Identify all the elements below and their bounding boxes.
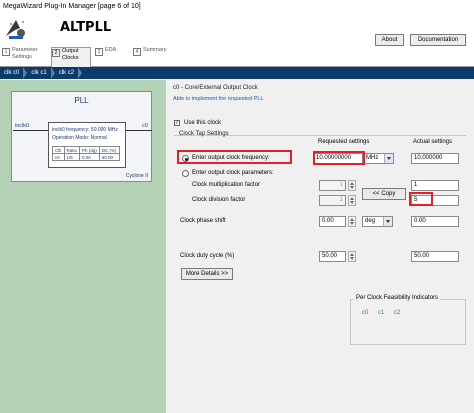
feasibility-title: Per Clock Feasibility Indicators [354, 295, 441, 301]
multiplication-factor-input[interactable]: 1 [319, 180, 346, 191]
tab-label: Output Clocks [62, 48, 79, 61]
window-title: MegaWizard Plug-In Manager [page 6 of 10… [3, 3, 141, 10]
table-cell: 0.00 [79, 153, 100, 161]
more-details-button[interactable]: More Details >> [181, 268, 233, 280]
actual-phase-field: 0.00 [411, 216, 459, 227]
breadcrumb-clk-c1[interactable]: clk c1 [27, 67, 56, 79]
pll-input-wire [13, 130, 48, 131]
clock-title: c0 - Core/External Output Clock [173, 85, 258, 91]
pll-operation-mode: Operation Mode: Normal [52, 135, 107, 141]
phase-shift-label: Clock phase shift [180, 218, 226, 224]
use-clock-label: Use this clock [184, 120, 222, 126]
tab-summary[interactable]: 4 Summary [133, 47, 178, 67]
pll-input-label: inclk0 [15, 123, 30, 129]
pll-output-label: c0 [142, 123, 148, 129]
tab-eda[interactable]: 3 EDA [95, 47, 125, 67]
output-frequency-radio[interactable] [182, 155, 189, 162]
duty-cycle-label: Clock duty cycle (%) [180, 253, 235, 259]
actual-duty-cycle-field: 50.00 [411, 251, 459, 262]
phase-unit-select[interactable]: deg [362, 216, 393, 227]
implementation-status: Able to implement the requested PLL [173, 96, 264, 102]
wizard-logo-icon [6, 20, 25, 39]
tab-output-clocks[interactable]: 2 Output Clocks [51, 47, 91, 67]
output-frequency-label: Enter output clock frequency: [192, 155, 270, 161]
clock-breadcrumb: clk c0 clk c1 clk c2 [0, 67, 474, 79]
use-clock-checkbox[interactable]: ✓ [174, 120, 180, 126]
output-parameters-radio[interactable] [182, 170, 189, 177]
multiplication-factor-spinner[interactable] [348, 180, 356, 191]
tab-label: Parameter Settings [12, 47, 38, 60]
frequency-unit-value: MHz [366, 155, 379, 161]
chevron-down-icon [384, 154, 393, 163]
pll-output-wire [125, 130, 152, 131]
actual-division-field: 5 [411, 195, 459, 206]
table-header-cell: Ratio [63, 146, 81, 154]
pll-title: PLL [74, 96, 89, 105]
table-header-cell: Ph (dg) [79, 146, 100, 154]
division-factor-label: Clock division factor [192, 197, 246, 203]
output-parameters-label: Enter output clock parameters: [192, 170, 274, 176]
table-row: c0 1/5 0.00 50.00 [52, 153, 120, 161]
tab-number: 1 [2, 48, 10, 56]
app-name: ALTPLL [60, 20, 112, 35]
actual-multiplication-field: 1 [411, 180, 459, 191]
wizard-header: ALTPLL About Documentation [0, 13, 474, 46]
tab-parameter-settings[interactable]: 1 Parameter Settings [2, 47, 48, 67]
frequency-unit-select[interactable]: MHz [363, 153, 394, 164]
table-cell: 50.00 [98, 153, 120, 161]
table-header-cell: DC (%) [98, 146, 120, 154]
division-factor-input[interactable]: 1 [319, 195, 346, 206]
phase-shift-spinner[interactable] [348, 216, 356, 227]
chevron-down-icon [383, 217, 392, 226]
actual-frequency-field: 10.000000 [411, 153, 459, 164]
table-cell: 1/5 [63, 153, 81, 161]
phase-shift-input[interactable]: 0.00 [319, 216, 346, 227]
phase-unit-value: deg [365, 218, 376, 224]
tab-label: Summary [143, 47, 167, 53]
multiplication-factor-label: Clock multiplication factor [192, 182, 261, 188]
tab-number: 4 [133, 48, 141, 56]
output-frequency-input[interactable]: 10.00000000 [313, 153, 363, 164]
table-header-cell: Clk [52, 146, 65, 154]
device-family: Cyclone II [125, 173, 148, 179]
window-titlebar: MegaWizard Plug-In Manager [page 6 of 10… [0, 0, 474, 13]
tab-number: 3 [95, 48, 103, 56]
pll-block-diagram: PLL inclk0 c0 inclk0 frequency: 50.000 M… [11, 91, 152, 182]
copy-button[interactable]: << Copy [362, 188, 406, 200]
feasibility-indicator-c1: c1 [378, 310, 385, 316]
pll-info-box: inclk0 frequency: 50.000 MHz Operation M… [48, 122, 126, 168]
pll-clock-table: Clk Ratio Ph (dg) DC (%) c0 1/5 0.00 50.… [52, 146, 120, 161]
feasibility-indicator-c2: c2 [394, 310, 401, 316]
pll-input-frequency: inclk0 frequency: 50.000 MHz [52, 127, 118, 133]
table-header-row: Clk Ratio Ph (dg) DC (%) [52, 146, 120, 154]
feasibility-panel [350, 299, 466, 345]
documentation-button[interactable]: Documentation [410, 34, 466, 46]
duty-cycle-spinner[interactable] [348, 251, 356, 262]
clock-tap-settings-title: Clock Tap Settings [179, 131, 229, 137]
table-cell: c0 [52, 153, 65, 161]
division-factor-spinner[interactable] [348, 195, 356, 206]
tab-number: 2 [52, 49, 60, 57]
wizard-tabs: 1 Parameter Settings 2 Output Clocks 3 E… [0, 46, 474, 67]
feasibility-indicator-c0: c0 [362, 310, 369, 316]
breadcrumb-clk-c0[interactable]: clk c0 [0, 67, 28, 79]
requested-settings-header: Requested settings [318, 139, 370, 145]
about-button[interactable]: About [375, 34, 404, 46]
breadcrumb-clk-c2[interactable]: clk c2 [55, 67, 83, 79]
actual-settings-header: Actual settings [413, 139, 453, 145]
duty-cycle-input[interactable]: 50.00 [319, 251, 346, 262]
tab-label: EDA [105, 47, 117, 53]
